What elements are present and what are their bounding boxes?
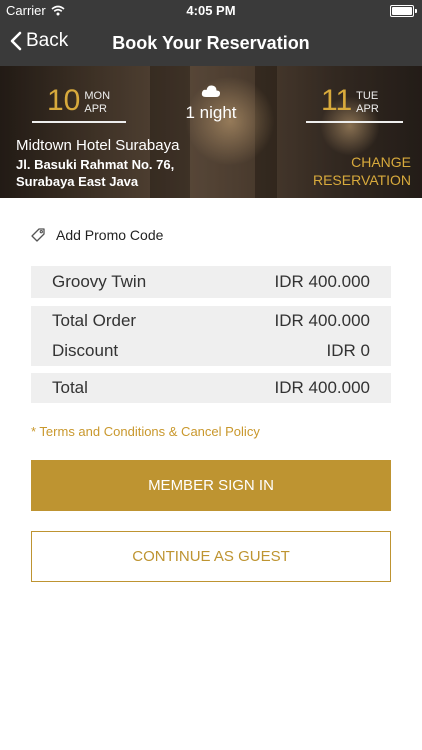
nav-bar: Back Book Your Reservation [0,22,422,66]
checkout-weekday: TUE [356,90,379,102]
order-summary: Total Order IDR 400.000 Discount IDR 0 [31,306,391,366]
total-order-label: Total Order [52,311,137,330]
tag-icon [31,228,45,242]
hotel-address-line2: Surabaya East Java [16,174,139,189]
total-order-value: IDR 400.000 [274,311,370,330]
room-row: Groovy Twin IDR 400.000 [31,266,391,298]
page-title: Book Your Reservation [112,33,310,53]
room-name: Groovy Twin [52,272,147,291]
checkout-underline [306,121,403,123]
discount-label: Discount [52,341,119,360]
checkout-daymonth: TUE APR [356,90,379,116]
cloud-icon [201,85,221,97]
hotel-address-line1: Jl. Basuki Rahmat No. 76, [16,157,175,172]
continue-as-guest-button[interactable]: CONTINUE AS GUEST [31,531,391,582]
hotel-address: Jl. Basuki Rahmat No. 76, Surabaya East … [16,156,174,190]
terms-link[interactable]: * Terms and Conditions & Cancel Policy [31,424,260,439]
total-value: IDR 400.000 [274,378,370,397]
checkout-month: APR [356,103,379,115]
change-label-2: RESERVATION [312,172,411,188]
change-reservation-button[interactable]: CHANGE RESERVATION [313,153,411,189]
total-row: Total IDR 400.000 [31,373,391,403]
discount-value: IDR 0 [326,341,370,360]
battery-icon [390,5,417,17]
member-sign-in-button[interactable]: MEMBER SIGN IN [31,460,391,511]
hotel-name: Midtown Hotel Surabaya [16,137,180,154]
clock: 4:05 PM [186,3,236,18]
status-bar: Carrier 4:05 PM [0,0,422,22]
checkin-weekday: MON [84,90,111,102]
checkout-day: 11 [321,84,353,117]
room-price: IDR 400.000 [274,272,370,291]
change-label-1: CHANGE [351,154,411,170]
total-label: Total [52,378,88,397]
promo-label: Add Promo Code [56,227,164,243]
add-promo-code-button[interactable]: Add Promo Code [30,227,163,243]
checkout-date: 11 TUE APR [321,86,379,116]
